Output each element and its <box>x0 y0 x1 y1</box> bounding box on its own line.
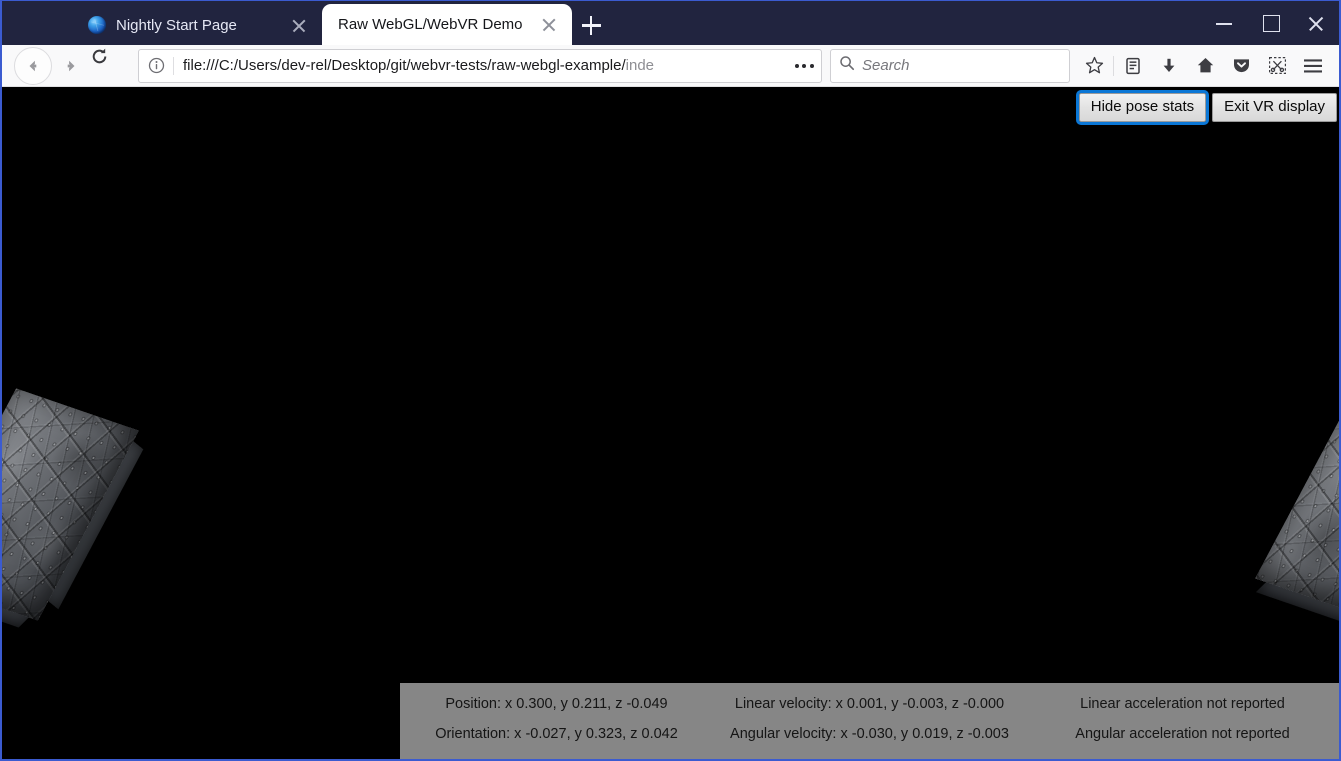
toolbar-icons <box>1076 48 1331 84</box>
maximize-button[interactable] <box>1247 1 1293 45</box>
pocket-icon[interactable] <box>1223 48 1259 84</box>
tab-title: Raw WebGL/WebVR Demo <box>338 16 526 33</box>
search-bar[interactable] <box>830 49 1070 83</box>
globe-icon <box>88 16 106 34</box>
address-bar-url: file:///C:/Users/dev-rel/Desktop/git/web… <box>183 57 787 74</box>
pose-position: Position: x 0.300, y 0.211, z -0.049 <box>400 689 713 719</box>
url-separator <box>173 57 174 75</box>
pose-angular-acceleration: Angular acceleration not reported <box>1026 719 1339 749</box>
left-eye-viewport <box>2 87 671 759</box>
close-button[interactable] <box>1293 1 1339 45</box>
reload-icon[interactable] <box>90 47 128 85</box>
webgl-canvas[interactable]: Hide pose stats Exit VR display <box>2 87 1339 759</box>
right-eye-viewport <box>671 87 1340 759</box>
back-arrow-icon[interactable] <box>14 47 52 85</box>
search-input[interactable] <box>862 57 1063 74</box>
window-controls <box>1201 1 1339 45</box>
library-icon[interactable] <box>1115 48 1151 84</box>
cube-left <box>2 397 107 612</box>
address-bar[interactable]: file:///C:/Users/dev-rel/Desktop/git/web… <box>138 49 822 83</box>
search-icon <box>839 55 855 76</box>
pose-stats-panel: Position: x 0.300, y 0.211, z -0.049 Lin… <box>400 683 1339 759</box>
info-circle-icon[interactable] <box>139 50 173 82</box>
tab-close-icon[interactable] <box>536 12 562 38</box>
url-text-faded: inde <box>626 57 654 74</box>
home-icon[interactable] <box>1187 48 1223 84</box>
tab-nightly-start-page[interactable]: Nightly Start Page <box>72 5 322 45</box>
url-text: file:///C:/Users/dev-rel/Desktop/git/web… <box>183 57 626 74</box>
page-actions-ellipsis-icon[interactable] <box>787 51 821 81</box>
pose-linear-acceleration: Linear acceleration not reported <box>1026 689 1339 719</box>
pose-orientation: Orientation: x -0.027, y 0.323, z 0.042 <box>400 719 713 749</box>
downloads-icon[interactable] <box>1151 48 1187 84</box>
exit-vr-display-button[interactable]: Exit VR display <box>1212 93 1337 122</box>
toolbar-divider <box>1113 56 1114 76</box>
minimize-button[interactable] <box>1201 1 1247 45</box>
tab-title: Nightly Start Page <box>116 17 276 34</box>
vr-controls: Hide pose stats Exit VR display <box>1079 93 1337 122</box>
tab-strip: Nightly Start Page Raw WebGL/WebVR Demo <box>2 1 1339 45</box>
bookmark-star-icon[interactable] <box>1076 48 1112 84</box>
new-tab-button[interactable] <box>572 5 610 45</box>
navigation-toolbar: file:///C:/Users/dev-rel/Desktop/git/web… <box>2 45 1339 87</box>
cube-right <box>1287 397 1339 612</box>
pose-linear-velocity: Linear velocity: x 0.001, y -0.003, z -0… <box>713 689 1026 719</box>
browser-window: Nightly Start Page Raw WebGL/WebVR Demo <box>0 0 1341 761</box>
menu-hamburger-icon[interactable] <box>1295 48 1331 84</box>
forward-arrow-icon[interactable] <box>52 47 90 85</box>
screenshot-icon[interactable] <box>1259 48 1295 84</box>
tab-close-icon[interactable] <box>286 12 312 38</box>
pose-angular-velocity: Angular velocity: x -0.030, y 0.019, z -… <box>713 719 1026 749</box>
hide-pose-stats-button[interactable]: Hide pose stats <box>1079 93 1206 122</box>
tab-raw-webgl-webvr-demo[interactable]: Raw WebGL/WebVR Demo <box>322 4 572 45</box>
